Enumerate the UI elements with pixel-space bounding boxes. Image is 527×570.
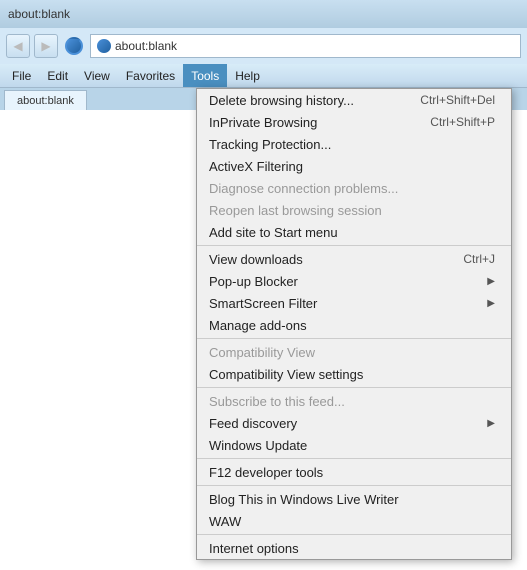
menu-activex[interactable]: ActiveX Filtering bbox=[197, 155, 511, 177]
separator-1 bbox=[197, 245, 511, 246]
menu-blog-live-writer[interactable]: Blog This in Windows Live Writer bbox=[197, 488, 511, 510]
favicon bbox=[97, 39, 111, 53]
separator-6 bbox=[197, 534, 511, 535]
menu-view[interactable]: View bbox=[76, 64, 118, 87]
menu-manage-addons[interactable]: Manage add-ons bbox=[197, 314, 511, 336]
back-button[interactable]: ◀ bbox=[6, 34, 30, 58]
menu-tracking[interactable]: Tracking Protection... bbox=[197, 133, 511, 155]
menu-favorites[interactable]: Favorites bbox=[118, 64, 183, 87]
menu-windows-update[interactable]: Windows Update bbox=[197, 434, 511, 456]
address-bar[interactable]: about:blank bbox=[90, 34, 521, 58]
browser-tab[interactable]: about:blank bbox=[4, 90, 87, 110]
menu-view-downloads[interactable]: View downloads Ctrl+J bbox=[197, 248, 511, 270]
menu-compat-view-settings[interactable]: Compatibility View settings bbox=[197, 363, 511, 385]
menu-tools[interactable]: Tools bbox=[183, 64, 227, 87]
menu-edit[interactable]: Edit bbox=[39, 64, 76, 87]
menu-diagnose: Diagnose connection problems... bbox=[197, 177, 511, 199]
menu-compat-view: Compatibility View bbox=[197, 341, 511, 363]
menu-inprivate[interactable]: InPrivate Browsing Ctrl+Shift+P bbox=[197, 111, 511, 133]
menu-add-site[interactable]: Add site to Start menu bbox=[197, 221, 511, 243]
separator-2 bbox=[197, 338, 511, 339]
menu-reopen: Reopen last browsing session bbox=[197, 199, 511, 221]
address-text: about:blank bbox=[115, 39, 177, 53]
menu-delete-history[interactable]: Delete browsing history... Ctrl+Shift+De… bbox=[197, 89, 511, 111]
forward-button[interactable]: ▶ bbox=[34, 34, 58, 58]
menu-bar: File Edit View Favorites Tools Help bbox=[0, 64, 527, 88]
tools-dropdown: Delete browsing history... Ctrl+Shift+De… bbox=[196, 88, 512, 560]
nav-bar: ◀ ▶ about:blank bbox=[0, 28, 527, 64]
arrow-icon: ▶ bbox=[487, 298, 495, 309]
menu-help[interactable]: Help bbox=[227, 64, 268, 87]
separator-4 bbox=[197, 458, 511, 459]
tab-label: about:blank bbox=[17, 95, 74, 107]
menu-f12-dev[interactable]: F12 developer tools bbox=[197, 461, 511, 483]
arrow-icon: ▶ bbox=[487, 276, 495, 287]
ie-logo bbox=[65, 37, 83, 55]
menu-subscribe-feed: Subscribe to this feed... bbox=[197, 390, 511, 412]
menu-popup-blocker[interactable]: Pop-up Blocker ▶ bbox=[197, 270, 511, 292]
menu-internet-options[interactable]: Internet options bbox=[197, 537, 511, 559]
menu-feed-discovery[interactable]: Feed discovery ▶ bbox=[197, 412, 511, 434]
separator-5 bbox=[197, 485, 511, 486]
page-title: about:blank bbox=[8, 7, 70, 21]
menu-file[interactable]: File bbox=[4, 64, 39, 87]
separator-3 bbox=[197, 387, 511, 388]
menu-smartscreen[interactable]: SmartScreen Filter ▶ bbox=[197, 292, 511, 314]
arrow-icon: ▶ bbox=[487, 418, 495, 429]
menu-waw[interactable]: WAW bbox=[197, 510, 511, 532]
title-bar: about:blank bbox=[0, 0, 527, 28]
